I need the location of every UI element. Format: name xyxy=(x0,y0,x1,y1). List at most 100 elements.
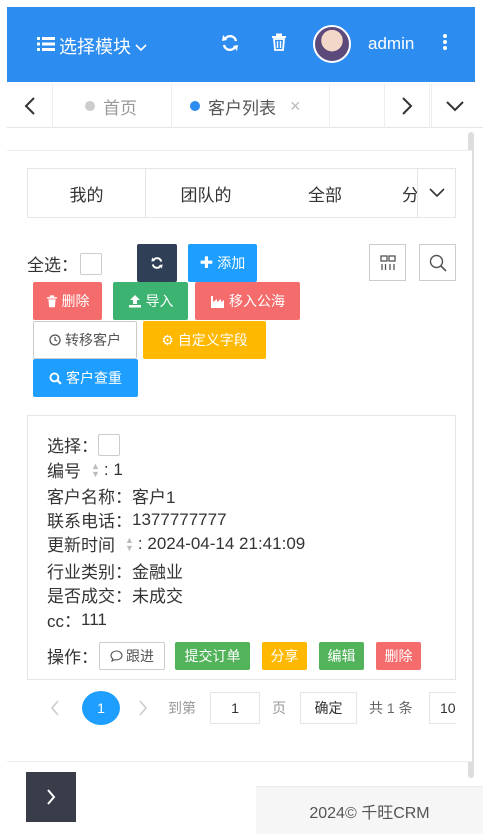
phone-value: 1377777777 xyxy=(132,509,227,529)
transfer-customer-button[interactable]: 转移客户 xyxy=(33,321,137,359)
refresh-icon xyxy=(151,257,163,269)
id-label: 编号 xyxy=(47,462,81,481)
tab-all[interactable]: 全部 xyxy=(266,169,384,217)
chevron-down-icon xyxy=(445,101,464,112)
delete-button-label: 删除 xyxy=(61,293,90,309)
id-value: : 1 xyxy=(103,459,123,479)
industry-value: 金融业 xyxy=(132,563,183,582)
username[interactable]: admin xyxy=(368,34,414,54)
total-count: 共 1 条 xyxy=(369,700,413,716)
add-button[interactable]: ✚ 添加 xyxy=(188,244,257,282)
tab-team[interactable]: 团队的 xyxy=(146,169,266,217)
chevron-left-icon xyxy=(24,97,35,115)
add-button-label: 添加 xyxy=(217,255,246,271)
tabs-prev-button[interactable] xyxy=(7,84,53,128)
tab-customer-list-label: 客户列表 xyxy=(208,98,276,118)
move-to-public-label: 移入公海 xyxy=(229,293,285,309)
tab-customer-list[interactable]: 客户列表 × xyxy=(190,84,301,128)
chevron-right-icon xyxy=(139,700,148,716)
current-page[interactable]: 1 xyxy=(82,691,120,725)
select-label: 选择： xyxy=(47,437,98,456)
updated-label: 更新时间 xyxy=(47,536,115,555)
next-page-button[interactable] xyxy=(138,692,148,724)
duplicate-check-button[interactable]: 客户查重 xyxy=(33,359,138,397)
footer: 2024© 千旺CRM xyxy=(256,786,483,834)
duplicate-check-label: 客户查重 xyxy=(66,370,122,386)
actions-row: 操作： xyxy=(47,643,98,668)
module-selector-label: 选择模块 xyxy=(59,37,131,57)
sort-icon[interactable]: ▲ ▼ xyxy=(91,461,100,478)
prev-page-button[interactable] xyxy=(50,692,60,724)
tab-status-dot xyxy=(190,101,200,111)
page-unit: 页 xyxy=(272,700,286,716)
avatar[interactable] xyxy=(313,25,351,63)
page-confirm-button[interactable]: 确定 xyxy=(300,692,357,724)
actions-label: 操作： xyxy=(47,648,98,667)
clock-icon xyxy=(49,334,61,346)
share-button[interactable]: 分享 xyxy=(262,642,307,670)
column-toggle-button[interactable] xyxy=(369,244,406,281)
customer-card: 选择： 编号 ▲ ▼ : 1 客户名称： 客户1 联系电话： 1377777777… xyxy=(27,415,456,680)
name-label: 客户名称： xyxy=(47,488,132,507)
tab-share[interactable]: 分 xyxy=(384,169,420,217)
cc-row: cc： 111 xyxy=(47,607,107,632)
page-tabs-bar: 首页 客户列表 × xyxy=(7,84,483,128)
cc-value: 111 xyxy=(81,609,107,629)
follow-up-label: 跟进 xyxy=(126,648,154,664)
delete-button[interactable]: 删除 xyxy=(33,282,102,320)
tabs-more-button[interactable] xyxy=(417,169,455,217)
submit-order-button[interactable]: 提交订单 xyxy=(175,642,250,670)
plus-icon: ✚ xyxy=(199,255,214,272)
deal-row: 是否成交： 未成交 xyxy=(47,582,183,607)
updated-value: : 2024-04-14 21:41:09 xyxy=(137,533,306,553)
phone-row: 联系电话： 1377777777 xyxy=(47,507,227,532)
goto-label: 到第 xyxy=(168,700,196,716)
expand-sidebar-button[interactable] xyxy=(26,772,76,822)
tab-mine[interactable]: 我的 xyxy=(28,169,146,217)
tab-status-dot xyxy=(85,101,95,111)
chat-icon xyxy=(110,650,123,662)
refresh-button[interactable] xyxy=(137,244,177,282)
close-icon[interactable]: × xyxy=(290,96,301,117)
phone-label: 联系电话： xyxy=(47,512,132,531)
move-to-public-button[interactable]: 移入公海 xyxy=(195,282,300,320)
edit-button[interactable]: 编辑 xyxy=(319,642,364,670)
select-all-checkbox[interactable] xyxy=(80,252,102,275)
custom-field-label: 自定义字段 xyxy=(177,332,248,348)
list-icon xyxy=(37,36,55,57)
updated-row: 更新时间 ▲ ▼ : 2024-04-14 21:41:09 xyxy=(47,531,305,556)
tab-home[interactable]: 首页 xyxy=(85,84,137,128)
upload-icon xyxy=(128,295,141,308)
more-vertical-icon[interactable] xyxy=(442,33,448,56)
industry-icon xyxy=(211,295,224,308)
grid-icon xyxy=(379,254,396,270)
custom-field-button[interactable]: ⚙ 自定义字段 xyxy=(143,321,266,359)
cc-label: cc： xyxy=(47,612,81,631)
top-header: 选择模块 admin xyxy=(7,7,475,82)
page-size-select[interactable]: 10 xyxy=(429,692,456,724)
id-row: 编号 ▲ ▼ : 1 xyxy=(47,457,123,482)
gears-icon: ⚙ xyxy=(161,331,174,348)
chevron-down-icon xyxy=(135,36,147,57)
select-all-label: 全选： xyxy=(27,256,78,275)
transfer-customer-label: 转移客户 xyxy=(65,332,121,348)
trash-icon[interactable] xyxy=(271,33,287,56)
name-value: 客户1 xyxy=(132,488,176,507)
follow-up-button[interactable]: 跟进 xyxy=(99,642,165,670)
import-button[interactable]: 导入 xyxy=(113,282,188,320)
sort-icon[interactable]: ▲ ▼ xyxy=(125,535,134,552)
tabs-next-button[interactable] xyxy=(384,84,430,128)
chevron-right-icon xyxy=(47,789,56,805)
module-selector[interactable]: 选择模块 xyxy=(37,33,147,59)
row-checkbox[interactable] xyxy=(98,433,120,456)
search-toggle-button[interactable] xyxy=(419,244,456,281)
refresh-icon[interactable] xyxy=(220,33,240,58)
deal-value: 未成交 xyxy=(132,587,183,606)
page-input[interactable]: 1 xyxy=(210,692,260,724)
row-delete-button[interactable]: 删除 xyxy=(376,642,421,670)
tab-home-label: 首页 xyxy=(103,98,137,118)
tabs-menu-button[interactable] xyxy=(431,84,477,128)
search-icon xyxy=(49,372,62,385)
chevron-down-icon xyxy=(428,188,445,198)
trash-icon xyxy=(46,294,57,307)
